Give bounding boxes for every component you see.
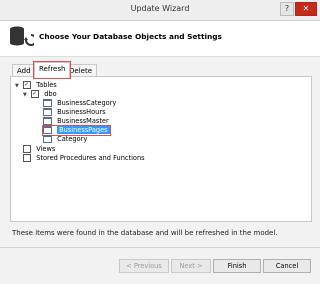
divider (0, 247, 320, 248)
tree-node-table[interactable]: BusinessHours (43, 108, 106, 117)
tree-node-dbo[interactable]: ▼ dbo (23, 89, 57, 100)
tree-node-table[interactable]: Category (43, 135, 87, 144)
page-title: Choose Your Database Objects and Setting… (39, 32, 222, 41)
checkbox-tables[interactable] (23, 80, 32, 89)
tree-label-table: BusinessPages (57, 126, 110, 134)
database-refresh-icon (10, 26, 34, 46)
tree-label-views: Views (36, 145, 56, 153)
tree-panel: ▼ Tables ▼ dbo BusinessCategory Business… (10, 76, 312, 222)
cancel-button[interactable]: Cancel (263, 259, 311, 273)
help-button[interactable]: ? (280, 2, 294, 16)
table-icon (43, 108, 52, 116)
tree-label-table: BusinessHours (57, 108, 106, 116)
tree-node-views[interactable]: Views (15, 145, 55, 154)
tree-label-table: Category (57, 135, 88, 143)
tree-label-dbo: dbo (44, 90, 57, 98)
next-button[interactable]: Next > (171, 259, 211, 273)
status-text: These items were found in the database a… (12, 229, 278, 237)
chevron-down-icon[interactable]: ▼ (15, 82, 21, 91)
checkbox-dbo[interactable] (31, 89, 40, 98)
tree-label-tables: Tables (36, 81, 57, 89)
checkbox-views[interactable] (23, 145, 32, 153)
table-icon (43, 99, 52, 107)
table-icon (43, 117, 52, 125)
previous-button[interactable]: < Previous (119, 259, 169, 273)
tab-refresh[interactable]: Refresh (32, 61, 72, 79)
tree-label-procs: Stored Procedures and Functions (36, 154, 145, 162)
close-button[interactable]: ✕ (295, 2, 317, 16)
table-icon (43, 135, 52, 143)
tree-node-table-selected[interactable]: BusinessPages (42, 125, 111, 136)
title-bar: Update Wizard ? ✕ (0, 0, 320, 21)
tree-node-procs[interactable]: Stored Procedures and Functions (15, 154, 145, 163)
wizard-header: Choose Your Database Objects and Setting… (0, 21, 320, 57)
window-title: Update Wizard (130, 4, 190, 13)
checkbox-procs[interactable] (23, 154, 32, 162)
finish-button[interactable]: Finish (213, 259, 261, 273)
chevron-down-icon[interactable]: ▼ (23, 91, 29, 100)
table-icon (43, 126, 52, 134)
tree-node-table[interactable]: BusinessCategory (43, 99, 116, 108)
tree-label-table: BusinessCategory (57, 99, 117, 107)
tree-label-table: BusinessMaster (57, 117, 109, 125)
tree-node-table[interactable]: BusinessMaster (43, 117, 109, 126)
